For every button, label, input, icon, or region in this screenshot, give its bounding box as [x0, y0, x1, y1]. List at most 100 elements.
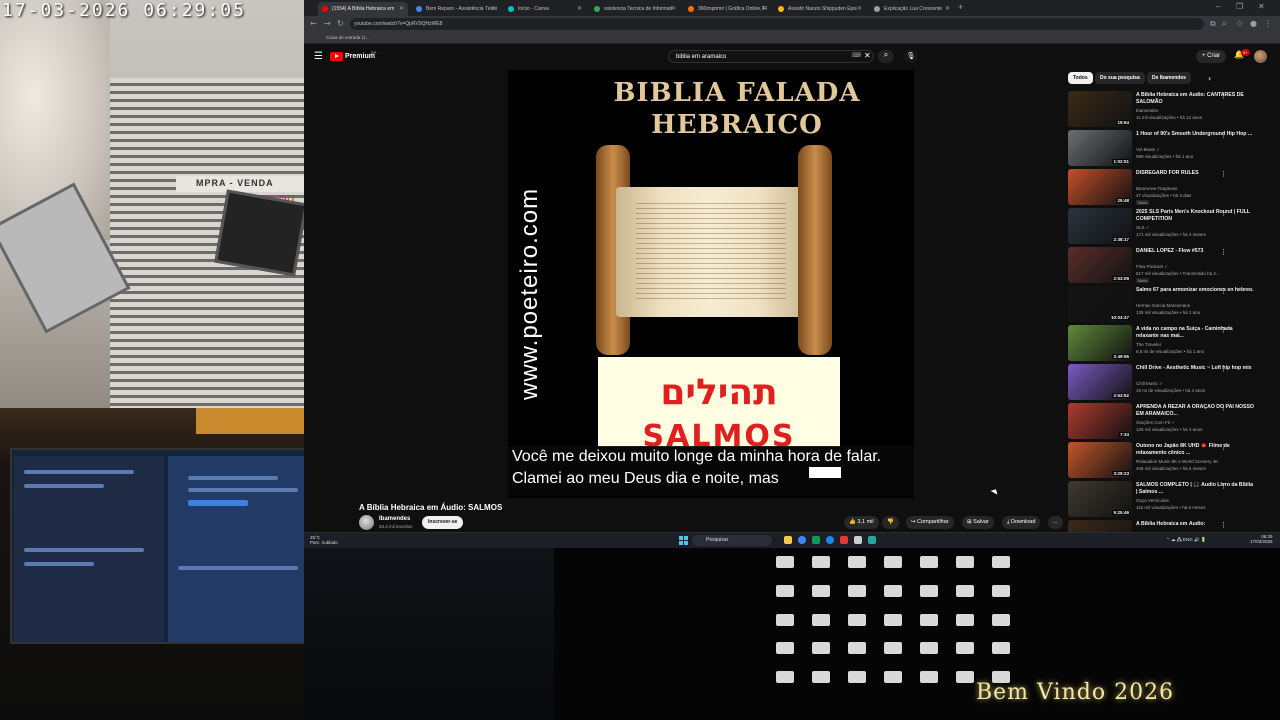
browser-tab[interactable]: Explicação Lua Crescente ✕: [870, 2, 954, 16]
recommendation-item[interactable]: 2:53:52 Chill Drive - Aesthetic Music ~ L…: [1068, 364, 1268, 403]
more-actions-button[interactable]: ...: [1048, 516, 1063, 529]
tab-close-icon[interactable]: ✕: [671, 5, 676, 12]
recommendation-item[interactable]: 19:54 A Bíblia Hebraica em Áudio: CANTARE…: [1068, 91, 1268, 130]
like-button[interactable]: 👍 3,1 mil: [844, 516, 879, 529]
mic-icon[interactable]: 🎙: [904, 50, 918, 63]
browser-tab[interactable]: ssistencia Tecnica de Informati ✕: [590, 2, 680, 16]
back-icon[interactable]: ←: [310, 19, 317, 28]
video-thumbnail[interactable]: 2:53:09: [1068, 247, 1132, 283]
maximize-button[interactable]: ❐: [1236, 2, 1243, 11]
chevron-right-icon[interactable]: ›: [1208, 74, 1211, 83]
recommendation-item[interactable]: 2:38:17 2025 SLS Paris Men's Knockout Rou…: [1068, 208, 1268, 247]
recommendation-item[interactable]: 5:25:46 SALMOS COMPLETO | 🎧 Áudio Livro d…: [1068, 481, 1268, 520]
browser-tab[interactable]: Bem Reparo - Assistência Técni ✕: [412, 2, 500, 16]
install-icon[interactable]: ⧉: [1210, 19, 1216, 29]
app-icon-gray[interactable]: [854, 536, 862, 544]
more-options-icon[interactable]: ⋮: [1220, 404, 1227, 412]
video-thumbnail[interactable]: 25:48: [1068, 169, 1132, 205]
file-explorer-icon[interactable]: [784, 536, 792, 544]
taskbar-clock[interactable]: 06:29 17/03/2026: [1250, 534, 1273, 544]
tab-close-icon[interactable]: ✕: [857, 5, 862, 12]
avatar[interactable]: [1254, 50, 1267, 63]
more-options-icon[interactable]: ⋮: [1220, 248, 1227, 256]
recommendation-item[interactable]: 25:48 DISREGARD FOR RULES Валентин Псаренк…: [1068, 169, 1268, 208]
system-tray[interactable]: ⌃ ☁ 🖧 ENG 🔊 🔋: [1166, 536, 1207, 544]
create-button[interactable]: + Criar: [1196, 50, 1227, 63]
more-options-icon[interactable]: ⋮: [1220, 521, 1227, 529]
more-options-icon[interactable]: ⋮: [1220, 443, 1227, 451]
bookmark-item[interactable]: Caixa de entrada (1...: [326, 35, 369, 40]
chrome-icon[interactable]: [798, 536, 806, 544]
video-thumbnail[interactable]: 10:03:47: [1068, 286, 1132, 322]
profile-icon[interactable]: ●: [1250, 19, 1257, 28]
more-options-icon[interactable]: ⋮: [1220, 131, 1227, 139]
taskbar-search[interactable]: Pesquisar: [692, 535, 772, 546]
video-thumbnail[interactable]: 19:54: [1068, 91, 1132, 127]
youtube-logo-icon[interactable]: [330, 52, 343, 61]
tab-close-icon[interactable]: ✕: [577, 5, 582, 12]
browser-tab[interactable]: 360imprimir | Gráfica Online, Fl ✕: [684, 2, 770, 16]
browser-tab[interactable]: Assistir Naruto Shippuden Epis ✕: [774, 2, 866, 16]
save-button[interactable]: ⊞ Salvar: [962, 516, 994, 529]
share-button[interactable]: ↪ Compartilhar: [906, 516, 954, 529]
windows-start-icon[interactable]: [679, 536, 688, 545]
channel-avatar[interactable]: [359, 515, 374, 530]
video-thumbnail[interactable]: 2:53:52: [1068, 364, 1132, 400]
url-input[interactable]: youtube.com/watch?v=QpRV9QHzWE8: [350, 18, 1204, 30]
tab-close-icon[interactable]: ✕: [945, 5, 950, 12]
recommendation-item[interactable]: 2:53:09 DANIEL LOPEZ - Flow #573 Flow Podc…: [1068, 247, 1268, 286]
download-button[interactable]: ⤓ Download: [1002, 516, 1041, 529]
recommendation-channel: Ouça Versículos: [1136, 498, 1169, 503]
recommendation-item[interactable]: 10:03:47 Salmo 67 para armonizar emocione…: [1068, 286, 1268, 325]
browser-tab[interactable]: Início - Canva ✕: [504, 2, 586, 16]
app-icon-green[interactable]: [812, 536, 820, 544]
more-options-icon[interactable]: ⋮: [1220, 92, 1227, 100]
recommendation-item[interactable]: 2:49:55 A vida no campo na Suíça - Caminh…: [1068, 325, 1268, 364]
video-thumbnail[interactable]: 5:25:46: [1068, 481, 1132, 517]
edge-icon[interactable]: [826, 536, 834, 544]
app-icon-red[interactable]: [840, 536, 848, 544]
reload-icon[interactable]: ↻: [337, 19, 344, 28]
video-duration: 2:53:09: [1112, 276, 1130, 281]
recommendation-item[interactable]: 7:34 APRENDA A REZAR A ORAÇÃO DO PAI NOSS…: [1068, 403, 1268, 442]
more-options-icon[interactable]: ⋮: [1220, 209, 1227, 217]
weather-widget[interactable]: 25°C Parc. nublado: [310, 535, 338, 545]
browser-tab[interactable]: (1554) A Bíblia Hebraica em ✕: [318, 2, 408, 16]
close-window-button[interactable]: ✕: [1258, 2, 1265, 11]
minimize-button[interactable]: –: [1216, 2, 1220, 11]
video-thumbnail[interactable]: 2:38:17: [1068, 208, 1132, 244]
tab-close-icon[interactable]: ✕: [399, 5, 404, 12]
clear-search-icon[interactable]: ✕: [864, 51, 871, 60]
more-options-icon[interactable]: ⋮: [1220, 287, 1227, 295]
tab-close-icon[interactable]: ✕: [491, 5, 496, 12]
video-thumbnail[interactable]: 3:29:23: [1068, 442, 1132, 478]
bookmark-star-icon[interactable]: ☆: [1236, 19, 1243, 28]
chip-all[interactable]: Todos: [1068, 72, 1093, 84]
tab-close-icon[interactable]: ✕: [761, 5, 766, 12]
zoom-icon[interactable]: ⌕: [1222, 19, 1226, 29]
recommendation-item[interactable]: 3:29:23 Outono no Japão 8K UHD 🍁 Filme de…: [1068, 442, 1268, 481]
chip-from-channel[interactable]: De Ibamendes: [1147, 72, 1191, 84]
subscribe-button[interactable]: Inscrever-se: [422, 516, 464, 529]
recommendation-item[interactable]: 1:02:51 1 Hour of 90's Smooth Underground…: [1068, 130, 1268, 169]
browser-menu-icon[interactable]: ⋮: [1264, 19, 1272, 28]
dislike-button[interactable]: 👎: [882, 516, 899, 529]
more-options-icon[interactable]: ⋮: [1220, 365, 1227, 373]
tab-favicon-icon: [778, 6, 784, 12]
more-options-icon[interactable]: ⋮: [1220, 482, 1227, 490]
chip-from-search[interactable]: Do sua pesquisa: [1095, 72, 1145, 84]
more-options-icon[interactable]: ⋮: [1220, 170, 1227, 178]
video-thumbnail[interactable]: 2:49:55: [1068, 325, 1132, 361]
app-icon-teal[interactable]: [868, 536, 876, 544]
video-thumbnail[interactable]: 7:34: [1068, 403, 1132, 439]
video-thumbnail[interactable]: 1:02:51: [1068, 130, 1132, 166]
search-button[interactable]: ⌕: [878, 50, 894, 63]
search-input[interactable]: biblia em aramaico: [668, 50, 874, 63]
hamburger-menu-icon[interactable]: ☰: [314, 51, 323, 62]
keyboard-icon[interactable]: ⌨: [852, 52, 861, 59]
forward-icon[interactable]: →: [324, 19, 331, 28]
new-tab-button[interactable]: +: [958, 2, 963, 12]
channel-name[interactable]: Ibamendes: [379, 516, 410, 522]
create-label: Criar: [1207, 53, 1221, 59]
more-options-icon[interactable]: ⋮: [1220, 326, 1227, 334]
